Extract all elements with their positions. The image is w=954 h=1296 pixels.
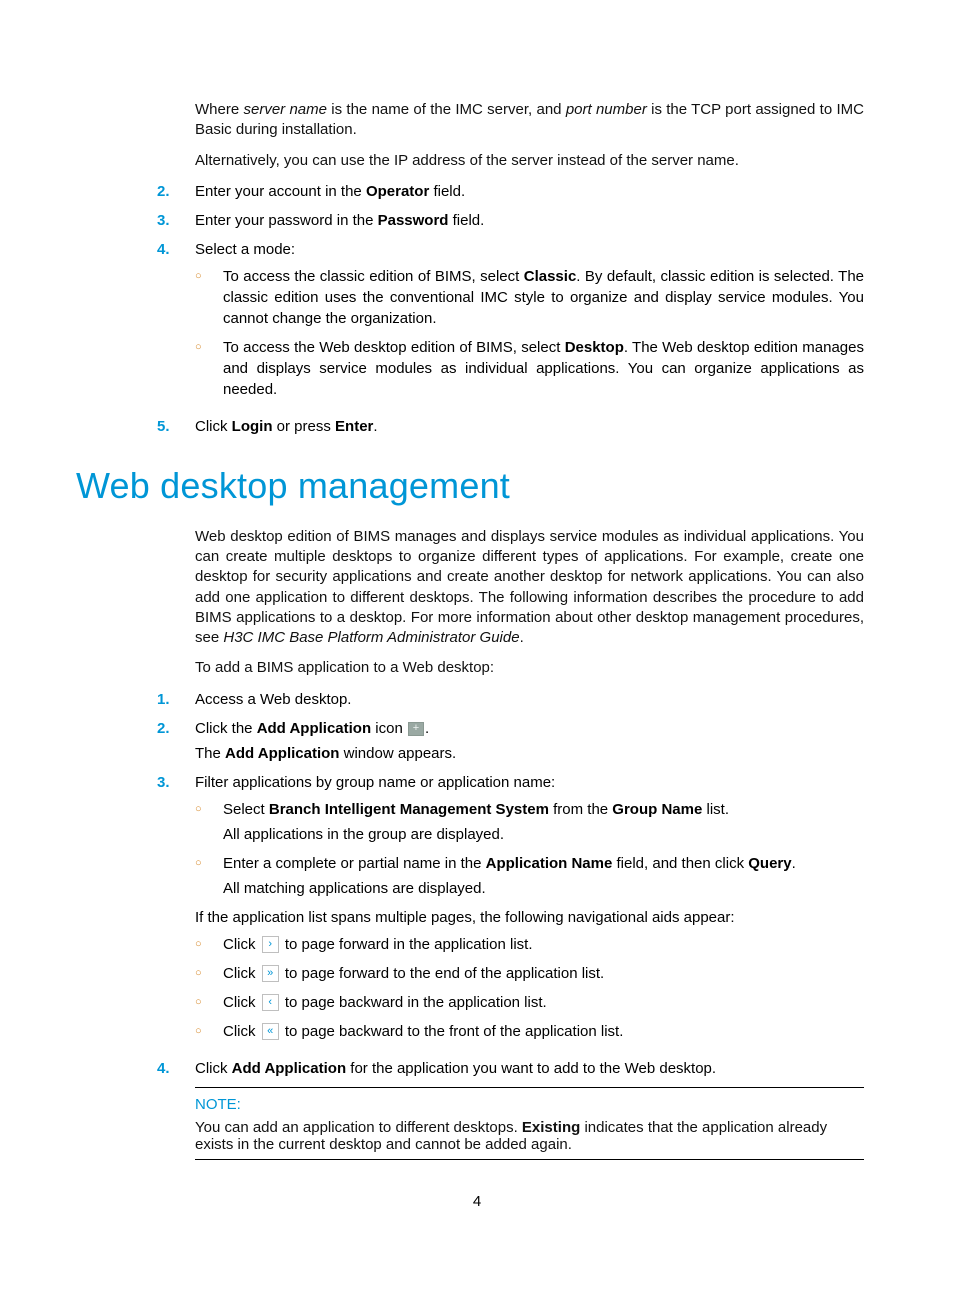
- note-wrapper: NOTE: You can add an application to diff…: [195, 1087, 864, 1160]
- pagination-aids: ○ Click › to page forward in the applica…: [195, 934, 864, 1042]
- page-number: 4: [0, 1193, 954, 1210]
- mode-options: ○ To access the classic edition of BIMS,…: [195, 266, 864, 400]
- step-4: 4. Select a mode: ○ To access the classi…: [157, 239, 864, 408]
- note-box: NOTE: You can add an application to diff…: [195, 1087, 864, 1160]
- wd-step-3: 3. Filter applications by group name or …: [157, 772, 864, 1050]
- bullet-icon: ○: [195, 266, 223, 329]
- page-last-icon: »: [262, 965, 279, 982]
- step-3: 3. Enter your password in the Password f…: [157, 210, 864, 231]
- note-title: NOTE:: [195, 1096, 864, 1113]
- page-first-icon: «: [262, 1023, 279, 1040]
- bullet-icon: ○: [195, 963, 223, 984]
- wd-intro: Web desktop edition of BIMS manages and …: [195, 527, 864, 649]
- bullet-icon: ○: [195, 934, 223, 955]
- wd-step-2: 2. Click the Add Application icon +. The…: [157, 718, 864, 764]
- page: Where server name is the name of the IMC…: [0, 0, 954, 1296]
- bullet-icon: ○: [195, 853, 223, 899]
- add-application-icon: +: [408, 722, 424, 736]
- page-prev-icon: ‹: [262, 994, 279, 1011]
- pagination-lead: If the application list spans multiple p…: [195, 907, 864, 928]
- step-2: 2. Enter your account in the Operator fi…: [157, 181, 864, 202]
- step-5: 5. Click Login or press Enter.: [157, 416, 864, 437]
- bullet-icon: ○: [195, 992, 223, 1013]
- login-steps: 2. Enter your account in the Operator fi…: [157, 181, 864, 437]
- alt-paragraph: Alternatively, you can use the IP addres…: [195, 151, 864, 171]
- web-desktop-steps: 1. Access a Web desktop. 2. Click the Ad…: [157, 689, 864, 1079]
- bullet-icon: ○: [195, 1021, 223, 1042]
- wd-step-1: 1. Access a Web desktop.: [157, 689, 864, 710]
- page-next-icon: ›: [262, 936, 279, 953]
- bullet-icon: ○: [195, 337, 223, 400]
- section-heading: Web desktop management: [76, 465, 864, 507]
- top-steps-continuation: Where server name is the name of the IMC…: [195, 100, 864, 171]
- where-paragraph: Where server name is the name of the IMC…: [195, 100, 864, 141]
- filter-options: ○ Select Branch Intelligent Management S…: [195, 799, 864, 899]
- web-desktop-intro: Web desktop edition of BIMS manages and …: [195, 527, 864, 679]
- bullet-icon: ○: [195, 799, 223, 845]
- note-body: You can add an application to different …: [195, 1119, 864, 1153]
- wd-step-4: 4. Click Add Application for the applica…: [157, 1058, 864, 1079]
- wd-lead: To add a BIMS application to a Web deskt…: [195, 658, 864, 678]
